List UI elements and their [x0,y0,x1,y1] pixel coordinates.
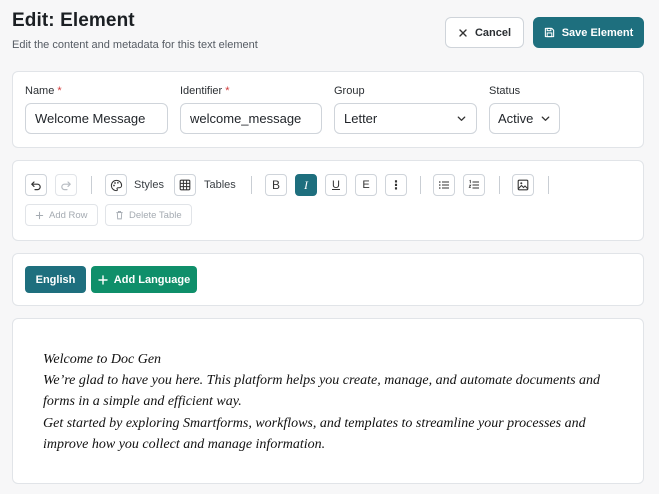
name-value: Welcome Message [35,111,146,126]
styles-label: Styles [134,179,164,191]
styles-button[interactable] [105,174,127,196]
chevron-down-icon [541,116,550,121]
numbered-list-button[interactable] [463,174,485,196]
toolbar-divider [420,176,421,194]
page-header: Edit: Element Edit the content and metad… [12,10,258,51]
required-marker: * [57,85,62,97]
palette-icon [110,179,122,191]
more-options-button[interactable]: ⋮ [385,174,407,196]
close-icon [459,28,467,37]
toolbar-divider [91,176,92,194]
required-marker: * [225,85,230,97]
more-vertical-icon: ⋮ [390,178,402,192]
tables-label: Tables [204,179,236,191]
english-label: English [35,273,76,286]
identifier-input[interactable]: welcome_message [180,103,322,134]
italic-button[interactable]: I [295,174,317,196]
toolbar-divider [251,176,252,194]
bold-icon: B [271,178,280,192]
name-label: Name [25,85,55,97]
bullet-list-icon [439,181,449,189]
status-label: Status [489,85,521,97]
identifier-value: welcome_message [190,111,302,126]
bullet-list-button[interactable] [433,174,455,196]
table-icon [179,179,191,191]
toolbar-divider [548,176,549,194]
metadata-card: Name * Welcome Message Identifier * welc… [12,71,644,148]
underline-icon: U [332,179,340,191]
editor-toolbar: Styles Tables B I U E ⋮ Add Row Delete T… [12,160,644,241]
plus-icon [35,211,44,219]
undo-icon [31,181,41,191]
numbered-list-icon [468,179,479,189]
editor-line: We’re glad to have you here. This platfo… [43,373,601,410]
add-language-button[interactable]: Add Language [91,266,197,293]
editor-line: Get started by exploring Smartforms, wor… [43,415,586,452]
save-element-button[interactable]: Save Element [533,17,644,48]
undo-button[interactable] [25,174,47,196]
redo-icon [61,181,71,191]
trash-icon [116,210,123,220]
bold-button[interactable]: B [265,174,287,196]
add-row-button[interactable]: Add Row [25,204,98,226]
save-label: Save Element [561,26,634,39]
plus-icon [98,274,108,285]
status-field: Status [489,85,520,97]
delete-table-button[interactable]: Delete Table [105,204,192,226]
language-card: English Add Language [12,253,644,306]
group-label: Group [334,85,365,97]
underline-button[interactable]: U [325,174,347,196]
tab-english[interactable]: English [25,266,86,293]
cancel-label: Cancel [474,26,512,39]
image-icon [517,179,529,191]
identifier-label: Identifier [180,85,223,97]
status-value: Active [498,111,534,126]
strikethrough-icon: E [362,179,370,191]
italic-icon: I [304,177,308,192]
toolbar-divider [499,176,500,194]
status-select[interactable]: Active [489,103,560,134]
add-language-label: Add Language [113,273,191,286]
cancel-button[interactable]: Cancel [445,17,524,48]
add-row-label: Add Row [49,209,88,221]
delete-table-label: Delete Table [129,209,182,221]
group-field: Group [334,85,365,97]
group-value: Letter [344,111,378,126]
tables-button[interactable] [174,174,196,196]
save-icon [544,27,554,38]
identifier-field: Identifier * [180,85,230,97]
insert-image-button[interactable] [512,174,534,196]
strikethrough-button[interactable]: E [355,174,377,196]
name-field: Name * [25,85,62,97]
editor-content[interactable]: Welcome to Doc Gen We’re glad to have yo… [43,349,623,455]
editor-line: Welcome to Doc Gen [43,352,162,367]
redo-button[interactable] [55,174,77,196]
content-editor[interactable]: Welcome to Doc Gen We’re glad to have yo… [12,318,644,484]
group-select[interactable]: Letter [334,103,477,134]
page-title: Edit: Element [12,10,135,31]
chevron-down-icon [457,116,466,121]
name-input[interactable]: Welcome Message [25,103,168,134]
page-subtitle: Edit the content and metadata for this t… [12,39,258,51]
